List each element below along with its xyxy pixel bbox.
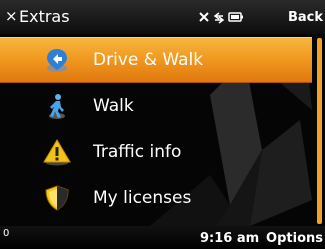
menu-item-traffic-info[interactable]: Traffic info	[0, 129, 312, 175]
close-icon[interactable]: ×	[5, 8, 18, 24]
scrollbar[interactable]	[317, 38, 322, 224]
bluetooth-icon	[199, 12, 209, 22]
license-shield-icon	[45, 185, 69, 211]
extras-menu: Drive & Walk Walk Traffic info My licens…	[0, 37, 312, 221]
signal-indicator: 0	[3, 228, 10, 239]
options-button[interactable]: Options	[266, 231, 323, 246]
scrollbar-thumb[interactable]	[317, 38, 322, 224]
menu-item-my-licenses[interactable]: My licenses	[0, 175, 312, 221]
menu-item-drive-walk[interactable]: Drive & Walk	[0, 37, 312, 83]
menu-item-label: My licenses	[93, 188, 192, 208]
menu-item-label: Walk	[93, 96, 134, 116]
walk-icon	[49, 94, 65, 119]
drive-walk-icon	[47, 49, 67, 72]
softkey-bar: 0 9:16 am Options	[0, 226, 325, 249]
traffic-warning-icon	[43, 139, 71, 166]
status-bar: × Extras Back	[0, 0, 325, 34]
menu-item-label: Traffic info	[93, 142, 182, 162]
back-button[interactable]: Back	[288, 10, 323, 26]
data-connection-icon	[213, 12, 225, 24]
menu-item-walk[interactable]: Walk	[0, 83, 312, 129]
extras-screen: × Extras Back Drive & Walk Walk Traffic …	[0, 0, 325, 249]
clock: 9:16 am	[200, 231, 260, 246]
screen-title: Extras	[19, 7, 70, 26]
menu-item-label: Drive & Walk	[93, 50, 204, 70]
status-icons	[199, 12, 243, 24]
battery-icon	[228, 12, 243, 22]
